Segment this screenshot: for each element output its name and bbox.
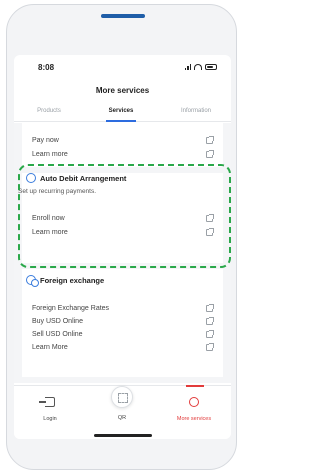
foreign-exchange-title: Foreign exchange [40,275,105,285]
services-list: Pay now Learn more Auto Debit Arrangemen… [14,123,231,383]
external-link-icon [206,228,214,236]
external-link-icon [206,150,214,158]
tab-information[interactable]: Information [161,108,231,114]
currency-exchange-icon [26,275,39,287]
battery-icon [205,63,217,70]
phone-frame: 8:08 More services Products Services Inf… [6,4,237,470]
enroll-now-link[interactable]: Enroll now [32,213,214,225]
fx-rates-label: Foreign Exchange Rates [32,305,110,312]
payment-learn-more-link[interactable]: Learn more [32,149,214,161]
nav-qr[interactable]: QR [92,386,152,421]
payment-learn-more-label: Learn more [32,151,68,158]
pay-now-label: Pay now [32,137,59,144]
auto-debit-title: Auto Debit Arrangement [40,173,127,183]
sell-usd-link[interactable]: Sell USD Online [32,329,214,341]
phone-speaker [101,14,145,18]
payment-card: Pay now Learn more [22,123,223,167]
home-indicator [94,434,152,437]
status-bar: 8:08 [14,55,231,81]
external-link-icon [206,343,214,351]
sell-usd-label: Sell USD Online [32,331,83,338]
nav-qr-label: QR [117,415,127,421]
more-services-icon [189,397,199,407]
nav-login-label: Login [43,416,57,422]
page-title: More services [95,86,150,95]
app-screen: 8:08 More services Products Services Inf… [14,55,231,439]
buy-usd-link[interactable]: Buy USD Online [32,316,214,328]
foreign-exchange-card: Foreign exchange Foreign Exchange Rates … [22,269,223,377]
active-nav-indicator [186,385,204,387]
nav-login[interactable]: Login [20,394,80,422]
bottom-navigation: Login QR More services [14,385,231,439]
status-icons [184,63,217,70]
external-link-icon [206,136,214,144]
tab-products[interactable]: Products [14,108,84,114]
auto-debit-subtitle: Set up recurring payments. [18,188,97,195]
external-link-icon [206,330,214,338]
auto-debit-learn-more-label: Learn more [32,229,68,236]
fx-rates-link[interactable]: Foreign Exchange Rates [32,303,214,315]
qr-scan-icon [111,386,133,408]
external-link-icon [206,214,214,222]
external-link-icon [206,317,214,325]
enroll-now-label: Enroll now [32,215,65,222]
wifi-icon [194,63,202,70]
buy-usd-label: Buy USD Online [32,318,83,325]
fx-learn-more-link[interactable]: Learn More [32,342,214,354]
tab-bar: Products Services Information [14,106,231,122]
signal-icon [184,63,191,70]
login-icon [39,397,55,407]
fx-learn-more-label: Learn More [32,344,68,351]
auto-debit-card: Auto Debit Arrangement Set up recurring … [18,173,223,263]
foreign-exchange-header: Foreign exchange [26,275,105,287]
status-time: 8:08 [38,63,55,72]
external-link-icon [206,304,214,312]
active-tab-indicator [106,120,136,122]
tab-services[interactable]: Services [86,108,156,114]
pay-now-link[interactable]: Pay now [32,135,214,147]
auto-debit-header: Auto Debit Arrangement [26,173,126,183]
nav-more-services[interactable]: More services [164,385,224,422]
nav-more-services-label: More services [176,416,212,422]
auto-debit-learn-more-link[interactable]: Learn more [32,227,214,239]
recurring-payment-icon [26,173,36,183]
